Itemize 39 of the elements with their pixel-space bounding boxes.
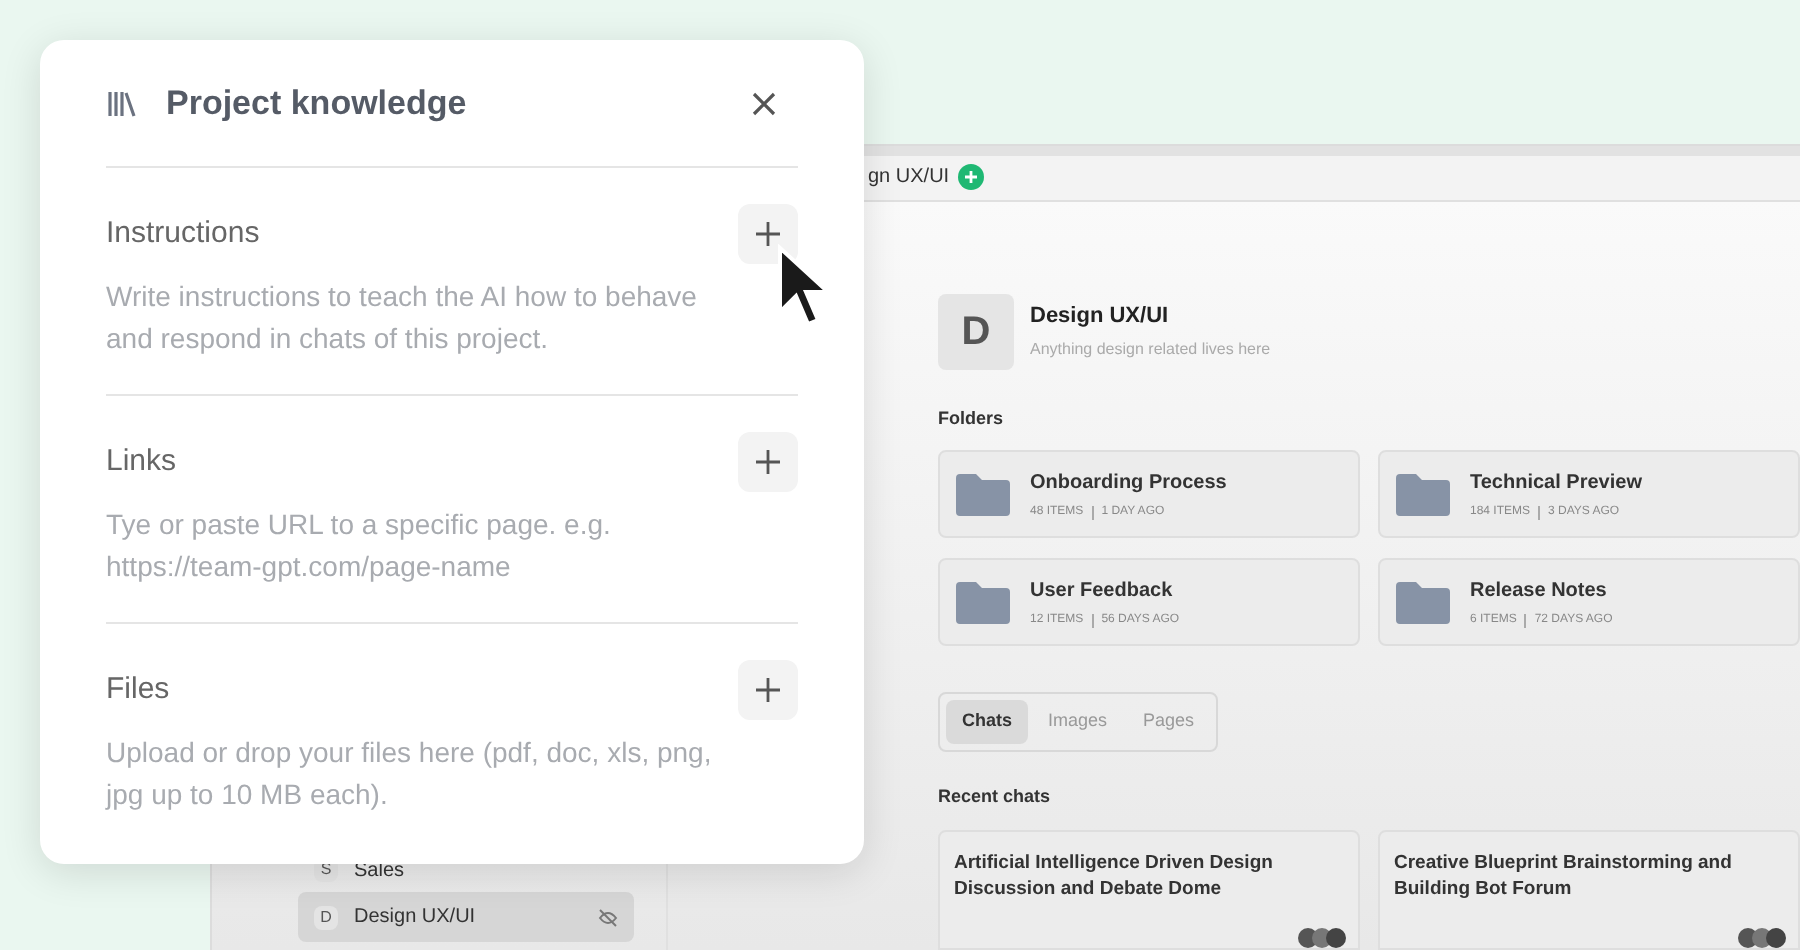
- section-description: Upload or drop your files here (pdf, doc, xls, png, jpg up to 10 MB each).: [106, 734, 714, 814]
- section-description: Tye or paste URL to a specific page. e.g. https://team-gpt.com/page-name: [106, 506, 613, 586]
- sidebar-item[interactable]: D Design UX/UI: [298, 892, 634, 942]
- plus-icon: [756, 222, 780, 246]
- folder-icon: [956, 472, 1010, 516]
- section-title: Files: [106, 669, 170, 710]
- folder-icon: [1396, 472, 1450, 516]
- section-heading: Folders: [938, 405, 1006, 431]
- section-heading: Recent chats: [938, 783, 1053, 809]
- chat-card[interactable]: Creative Blueprint Brainstorming and Building Bot Forum: [1378, 830, 1800, 950]
- project-title: Design UX/UI: [1030, 301, 1171, 332]
- close-icon[interactable]: [752, 91, 776, 115]
- add-button[interactable]: [738, 432, 798, 492]
- section-description: Write instructions to teach the AI how to behave and respond in chats of this project.: [106, 278, 699, 358]
- add-button[interactable]: [738, 660, 798, 720]
- section-title: Instructions: [106, 213, 260, 254]
- section-title: Links: [106, 441, 177, 482]
- project-avatar: D: [938, 293, 1014, 369]
- project-tab[interactable]: gn UX/UI: [868, 162, 950, 193]
- avatars-icon: [1738, 928, 1786, 948]
- folder-icon: [956, 580, 1010, 624]
- dialog-title: Project knowledge: [166, 81, 467, 126]
- books-icon: [106, 87, 138, 119]
- plus-icon: [756, 678, 780, 702]
- avatars-icon: [1298, 928, 1346, 948]
- view-tab[interactable]: Chats: [946, 700, 1029, 743]
- plus-icon: [756, 450, 780, 474]
- chat-title: Artificial Intelligence Driven Design Discussion and Debate Dome: [954, 850, 1275, 902]
- add-icon[interactable]: [957, 164, 984, 191]
- folder-name: Onboarding Process: [1030, 469, 1227, 497]
- folder-name: Technical Preview: [1470, 469, 1642, 497]
- chat-card[interactable]: Artificial Intelligence Driven Design Discussion and Debate Dome: [938, 830, 1360, 950]
- folder-name: User Feedback: [1030, 577, 1175, 605]
- project-description: Anything design related lives here: [1030, 338, 1271, 363]
- add-button[interactable]: [738, 204, 798, 264]
- chat-title: Creative Blueprint Brainstorming and Building Bot Forum: [1394, 850, 1734, 902]
- eye-off-icon[interactable]: [598, 907, 618, 927]
- folder-icon: [1396, 580, 1450, 624]
- folder-name: Release Notes: [1470, 577, 1609, 605]
